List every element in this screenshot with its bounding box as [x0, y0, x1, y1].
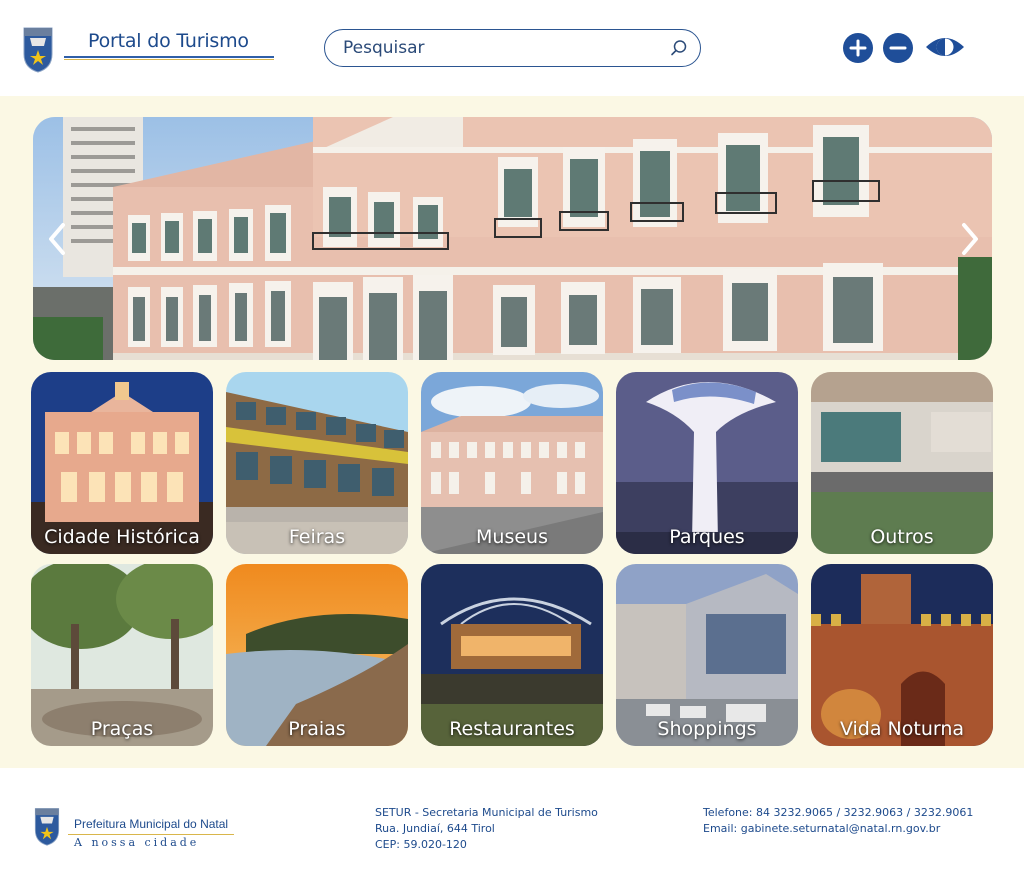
- hero-carousel[interactable]: [33, 117, 992, 360]
- brand-title: Portal do Turismo: [88, 30, 249, 52]
- minus-icon: [889, 46, 907, 50]
- category-label: Museus: [476, 526, 548, 548]
- chevron-left-icon[interactable]: [43, 219, 71, 259]
- category-tile-feiras[interactable]: Feiras: [226, 372, 408, 554]
- category-label: Vida Noturna: [839, 718, 965, 740]
- category-tile-restaurantes[interactable]: Restaurantes: [421, 564, 603, 746]
- category-tile-museus[interactable]: Museus: [421, 372, 603, 554]
- search-icon[interactable]: [670, 39, 688, 57]
- plus-icon: [849, 39, 867, 57]
- hero-image: [33, 117, 992, 360]
- crest-icon: [23, 27, 53, 73]
- category-tile-cidade-historica[interactable]: Cidade Histórica: [31, 372, 213, 554]
- brand-logo[interactable]: Portal do Turismo: [20, 24, 280, 76]
- prefeitura-tagline: A nossa cidade: [74, 836, 200, 849]
- category-label: Praças: [90, 718, 154, 740]
- crest-icon: [34, 808, 60, 846]
- decrease-font-button[interactable]: [883, 33, 913, 63]
- category-tile-outros[interactable]: Outros: [811, 372, 993, 554]
- contrast-button[interactable]: [925, 33, 965, 61]
- search-input[interactable]: [343, 30, 663, 65]
- increase-font-button[interactable]: [843, 33, 873, 63]
- category-label: Shoppings: [657, 718, 757, 740]
- prefeitura-title: Prefeitura Municipal do Natal: [74, 817, 229, 831]
- footer-contact: Telefone: 84 3232.9065 / 3232.9063 / 323…: [703, 805, 973, 837]
- main-content: Cidade Histórica Feiras Museus Parques O…: [0, 96, 1024, 768]
- prefeitura-logo[interactable]: Prefeitura Municipal do Natal A nossa ci…: [32, 804, 242, 852]
- category-label: Parques: [669, 526, 745, 548]
- category-tile-vida-noturna[interactable]: Vida Noturna: [811, 564, 993, 746]
- category-tile-pracas[interactable]: Praças: [31, 564, 213, 746]
- email-link[interactable]: Email: gabinete.seturnatal@natal.rn.gov.…: [703, 821, 973, 837]
- brand-divider-gold: [64, 59, 274, 60]
- address-line: Rua. Jundiaí, 644 Tirol: [375, 822, 495, 835]
- address-line: SETUR - Secretaria Municipal de Turismo: [375, 806, 598, 819]
- category-label: Feiras: [288, 526, 346, 548]
- category-label: Outros: [870, 526, 934, 548]
- search-box: [324, 29, 701, 67]
- category-tile-praias[interactable]: Praias: [226, 564, 408, 746]
- footer-address: SETUR - Secretaria Municipal de Turismo …: [375, 805, 598, 853]
- contrast-eye-icon: [926, 38, 964, 56]
- chevron-right-icon[interactable]: [956, 219, 984, 259]
- footer: Prefeitura Municipal do Natal A nossa ci…: [0, 768, 1024, 886]
- category-label: Restaurantes: [449, 718, 575, 740]
- brand-divider: [64, 56, 274, 58]
- prefeitura-divider: [68, 834, 234, 835]
- phone-text: Telefone: 84 3232.9065 / 3232.9063 / 323…: [703, 806, 974, 819]
- header: Portal do Turismo: [0, 0, 1024, 96]
- category-label: Cidade Histórica: [44, 526, 200, 548]
- category-label: Praias: [288, 718, 346, 740]
- category-tile-shoppings[interactable]: Shoppings: [616, 564, 798, 746]
- category-tile-parques[interactable]: Parques: [616, 372, 798, 554]
- address-line: CEP: 59.020-120: [375, 838, 467, 851]
